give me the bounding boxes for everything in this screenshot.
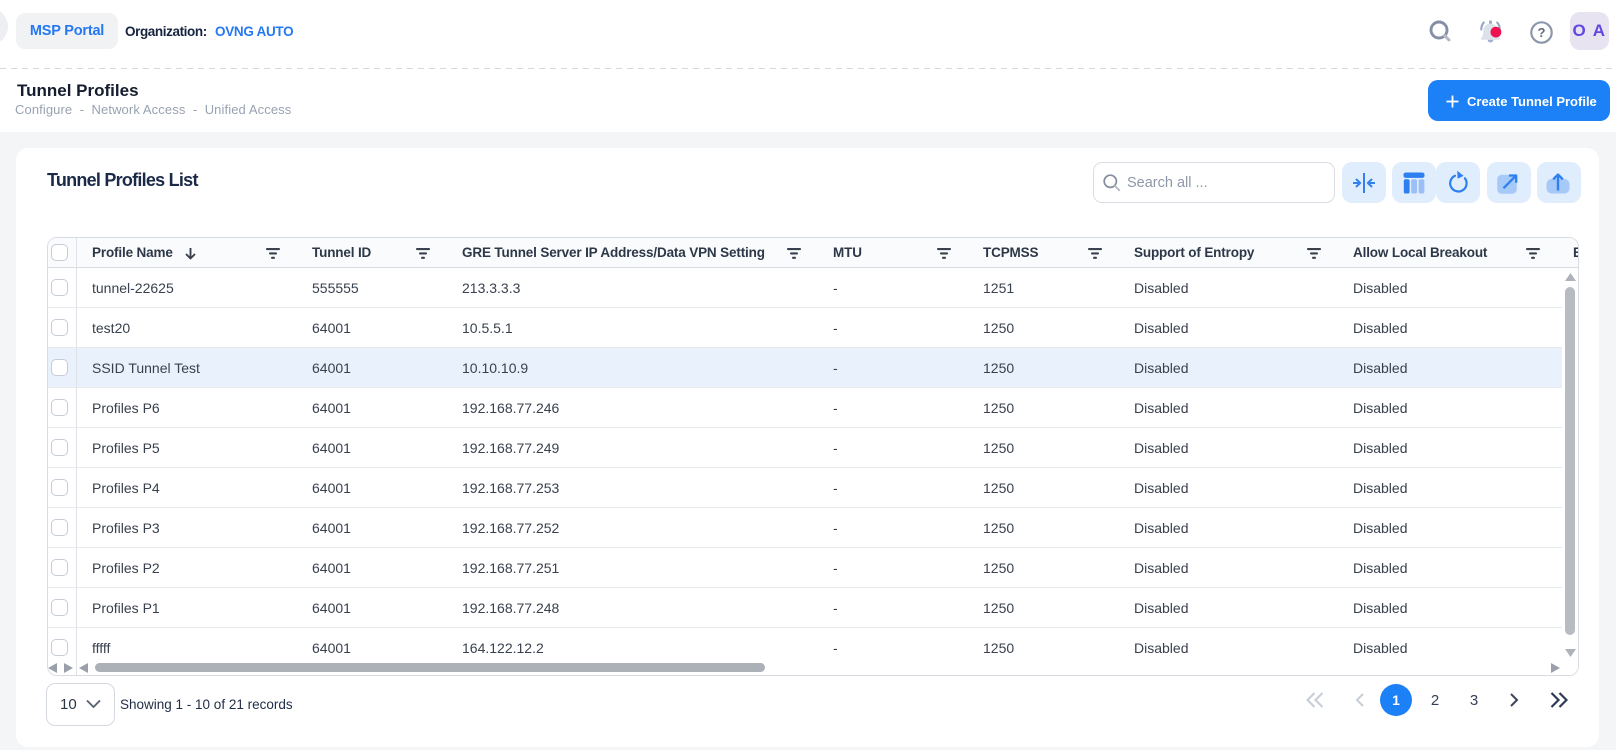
svg-text:?: ? xyxy=(1538,25,1546,40)
